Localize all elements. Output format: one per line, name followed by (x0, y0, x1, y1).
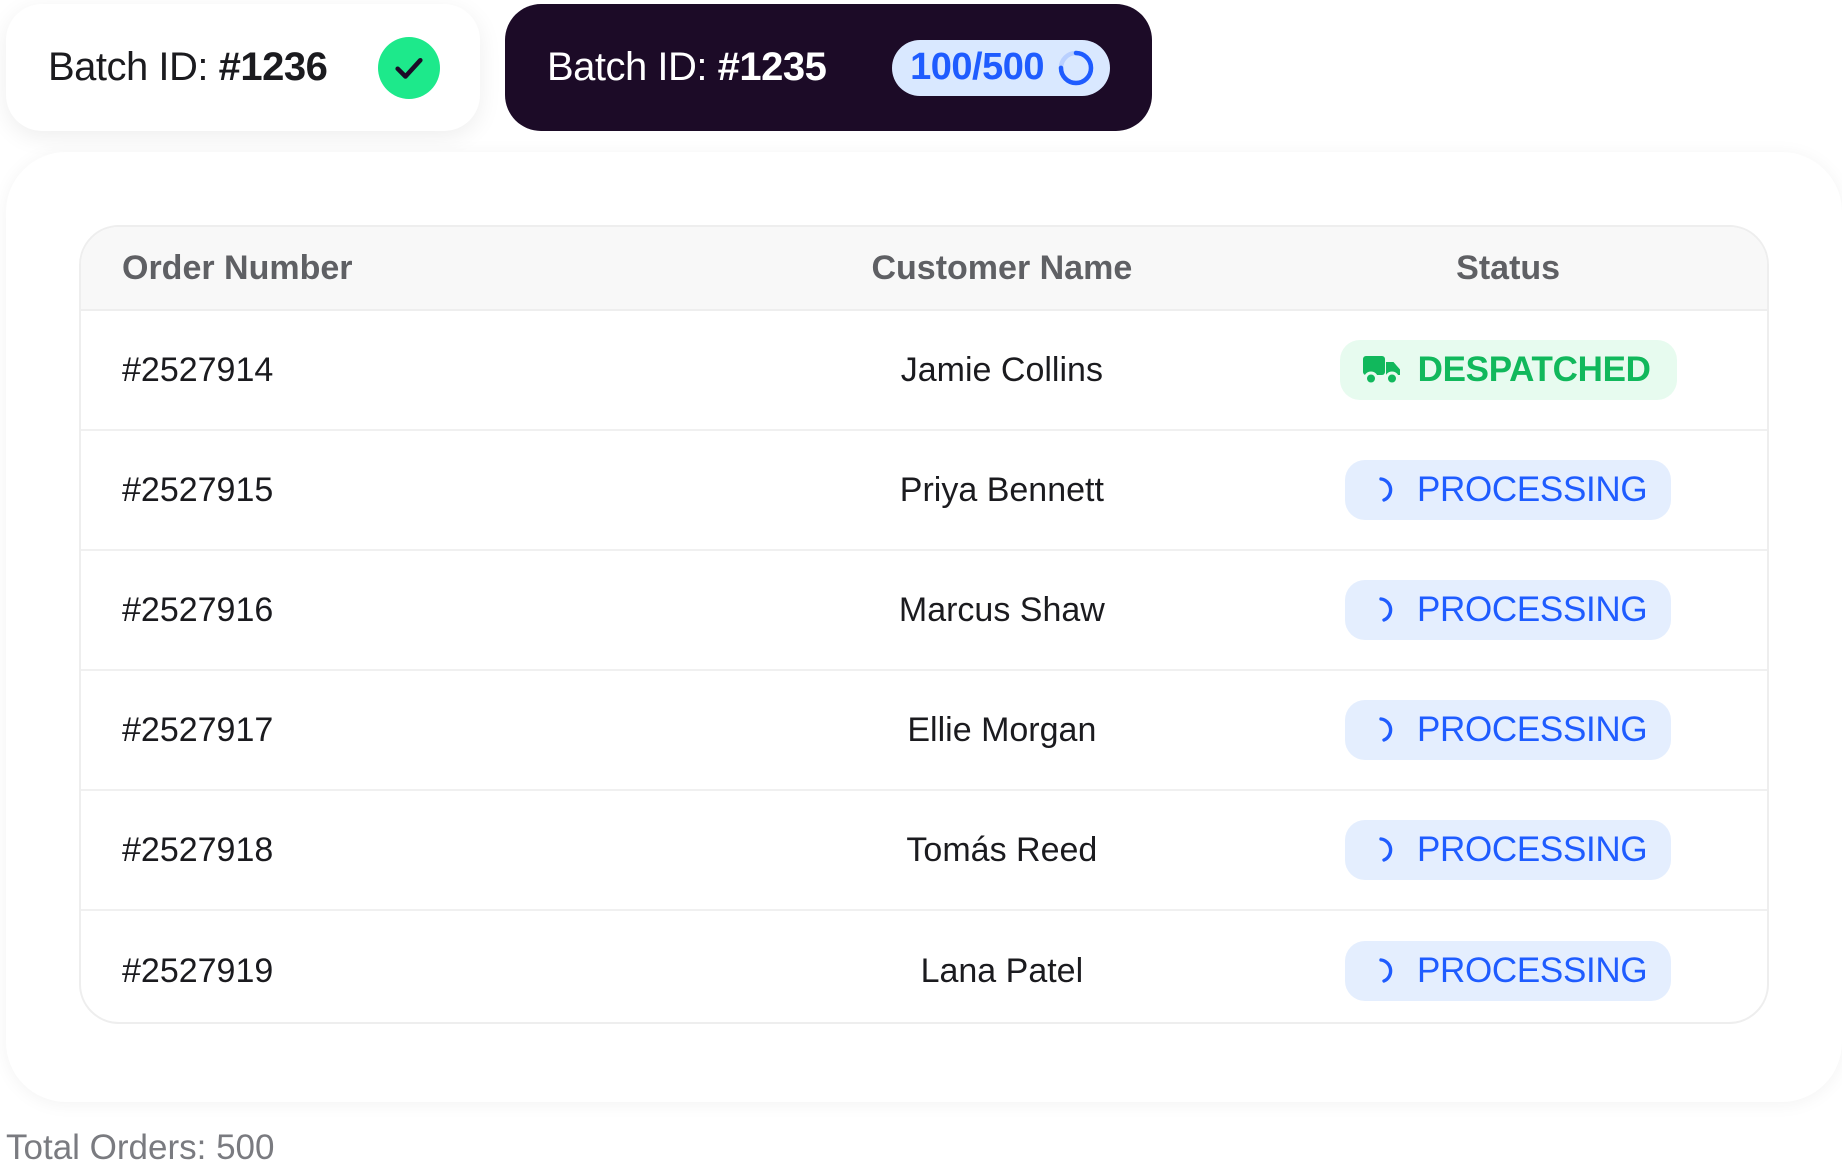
loading-arc-icon (1375, 715, 1401, 745)
status-badge: PROCESSING (1344, 580, 1672, 640)
status-badge: DESPATCHED (1339, 340, 1677, 400)
batch-complete-badge (378, 36, 440, 99)
customer-name-cell: Lana Patel (920, 951, 1084, 990)
customer-name-cell: Ellie Morgan (907, 710, 1097, 749)
status-cell: PROCESSING (1249, 820, 1767, 880)
check-icon (395, 57, 423, 79)
orders-table: Order Number Customer Name Status #25279… (79, 225, 1769, 1024)
status-badge: PROCESSING (1344, 941, 1672, 1001)
status-label: PROCESSING (1416, 830, 1648, 869)
table-body: #2527914 Jamie Collins DESPATCHED #25279… (81, 311, 1767, 1022)
table-row[interactable]: #2527915 Priya Bennett PROCESSING (81, 431, 1767, 551)
order-number-cell: #2527916 (122, 590, 274, 629)
table-row[interactable]: #2527919 Lana Patel PROCESSING (81, 911, 1767, 1022)
customer-name-cell: Tomás Reed (906, 830, 1098, 869)
order-number-cell: #2527919 (122, 951, 274, 990)
loading-arc-icon (1375, 835, 1401, 865)
status-cell: PROCESSING (1249, 580, 1767, 640)
status-label: PROCESSING (1416, 470, 1648, 509)
table-row[interactable]: #2527914 Jamie Collins DESPATCHED (81, 311, 1767, 431)
order-number-cell: #2527918 (122, 830, 274, 869)
loading-arc-icon (1375, 956, 1401, 986)
status-badge: PROCESSING (1344, 820, 1672, 880)
status-label: PROCESSING (1416, 710, 1648, 749)
loading-arc-icon (1375, 475, 1401, 505)
batch-id-label: Batch ID: #1235 (547, 45, 827, 89)
batch-tab-1235[interactable]: Batch ID: #1235 100/500 (505, 4, 1152, 131)
batch-id-label: Batch ID: #1236 (48, 45, 328, 89)
status-cell: PROCESSING (1249, 941, 1767, 1001)
total-orders: Total Orders: 500 (6, 1128, 275, 1167)
table-row[interactable]: #2527917 Ellie Morgan PROCESSING (81, 671, 1767, 791)
column-header-status[interactable]: Status (1249, 249, 1767, 288)
status-cell: PROCESSING (1249, 460, 1767, 520)
order-number-cell: #2527914 (122, 350, 274, 389)
column-header-customer-name[interactable]: Customer Name (754, 249, 1249, 288)
orders-card: Order Number Customer Name Status #25279… (6, 152, 1842, 1102)
table-row[interactable]: #2527916 Marcus Shaw PROCESSING (81, 551, 1767, 671)
order-number-cell: #2527917 (122, 710, 274, 749)
status-badge: PROCESSING (1344, 700, 1672, 760)
status-label: DESPATCHED (1417, 350, 1651, 389)
spinner-icon (1058, 50, 1094, 85)
loading-arc-icon (1375, 595, 1401, 625)
batch-progress-pill: 100/500 (892, 39, 1110, 96)
customer-name-cell: Jamie Collins (900, 350, 1103, 389)
customer-name-cell: Priya Bennett (899, 470, 1104, 509)
status-label: PROCESSING (1416, 590, 1648, 629)
status-label: PROCESSING (1416, 951, 1648, 990)
table-header: Order Number Customer Name Status (81, 227, 1767, 311)
column-header-order-number[interactable]: Order Number (81, 249, 754, 288)
status-cell: DESPATCHED (1249, 340, 1767, 400)
batch-tab-1236[interactable]: Batch ID: #1236 (6, 4, 480, 131)
truck-icon (1362, 353, 1402, 387)
batch-progress-text: 100/500 (910, 46, 1044, 88)
customer-name-cell: Marcus Shaw (898, 590, 1105, 629)
status-cell: PROCESSING (1249, 700, 1767, 760)
status-badge: PROCESSING (1344, 460, 1672, 520)
table-row[interactable]: #2527918 Tomás Reed PROCESSING (81, 791, 1767, 911)
order-number-cell: #2527915 (122, 470, 274, 509)
